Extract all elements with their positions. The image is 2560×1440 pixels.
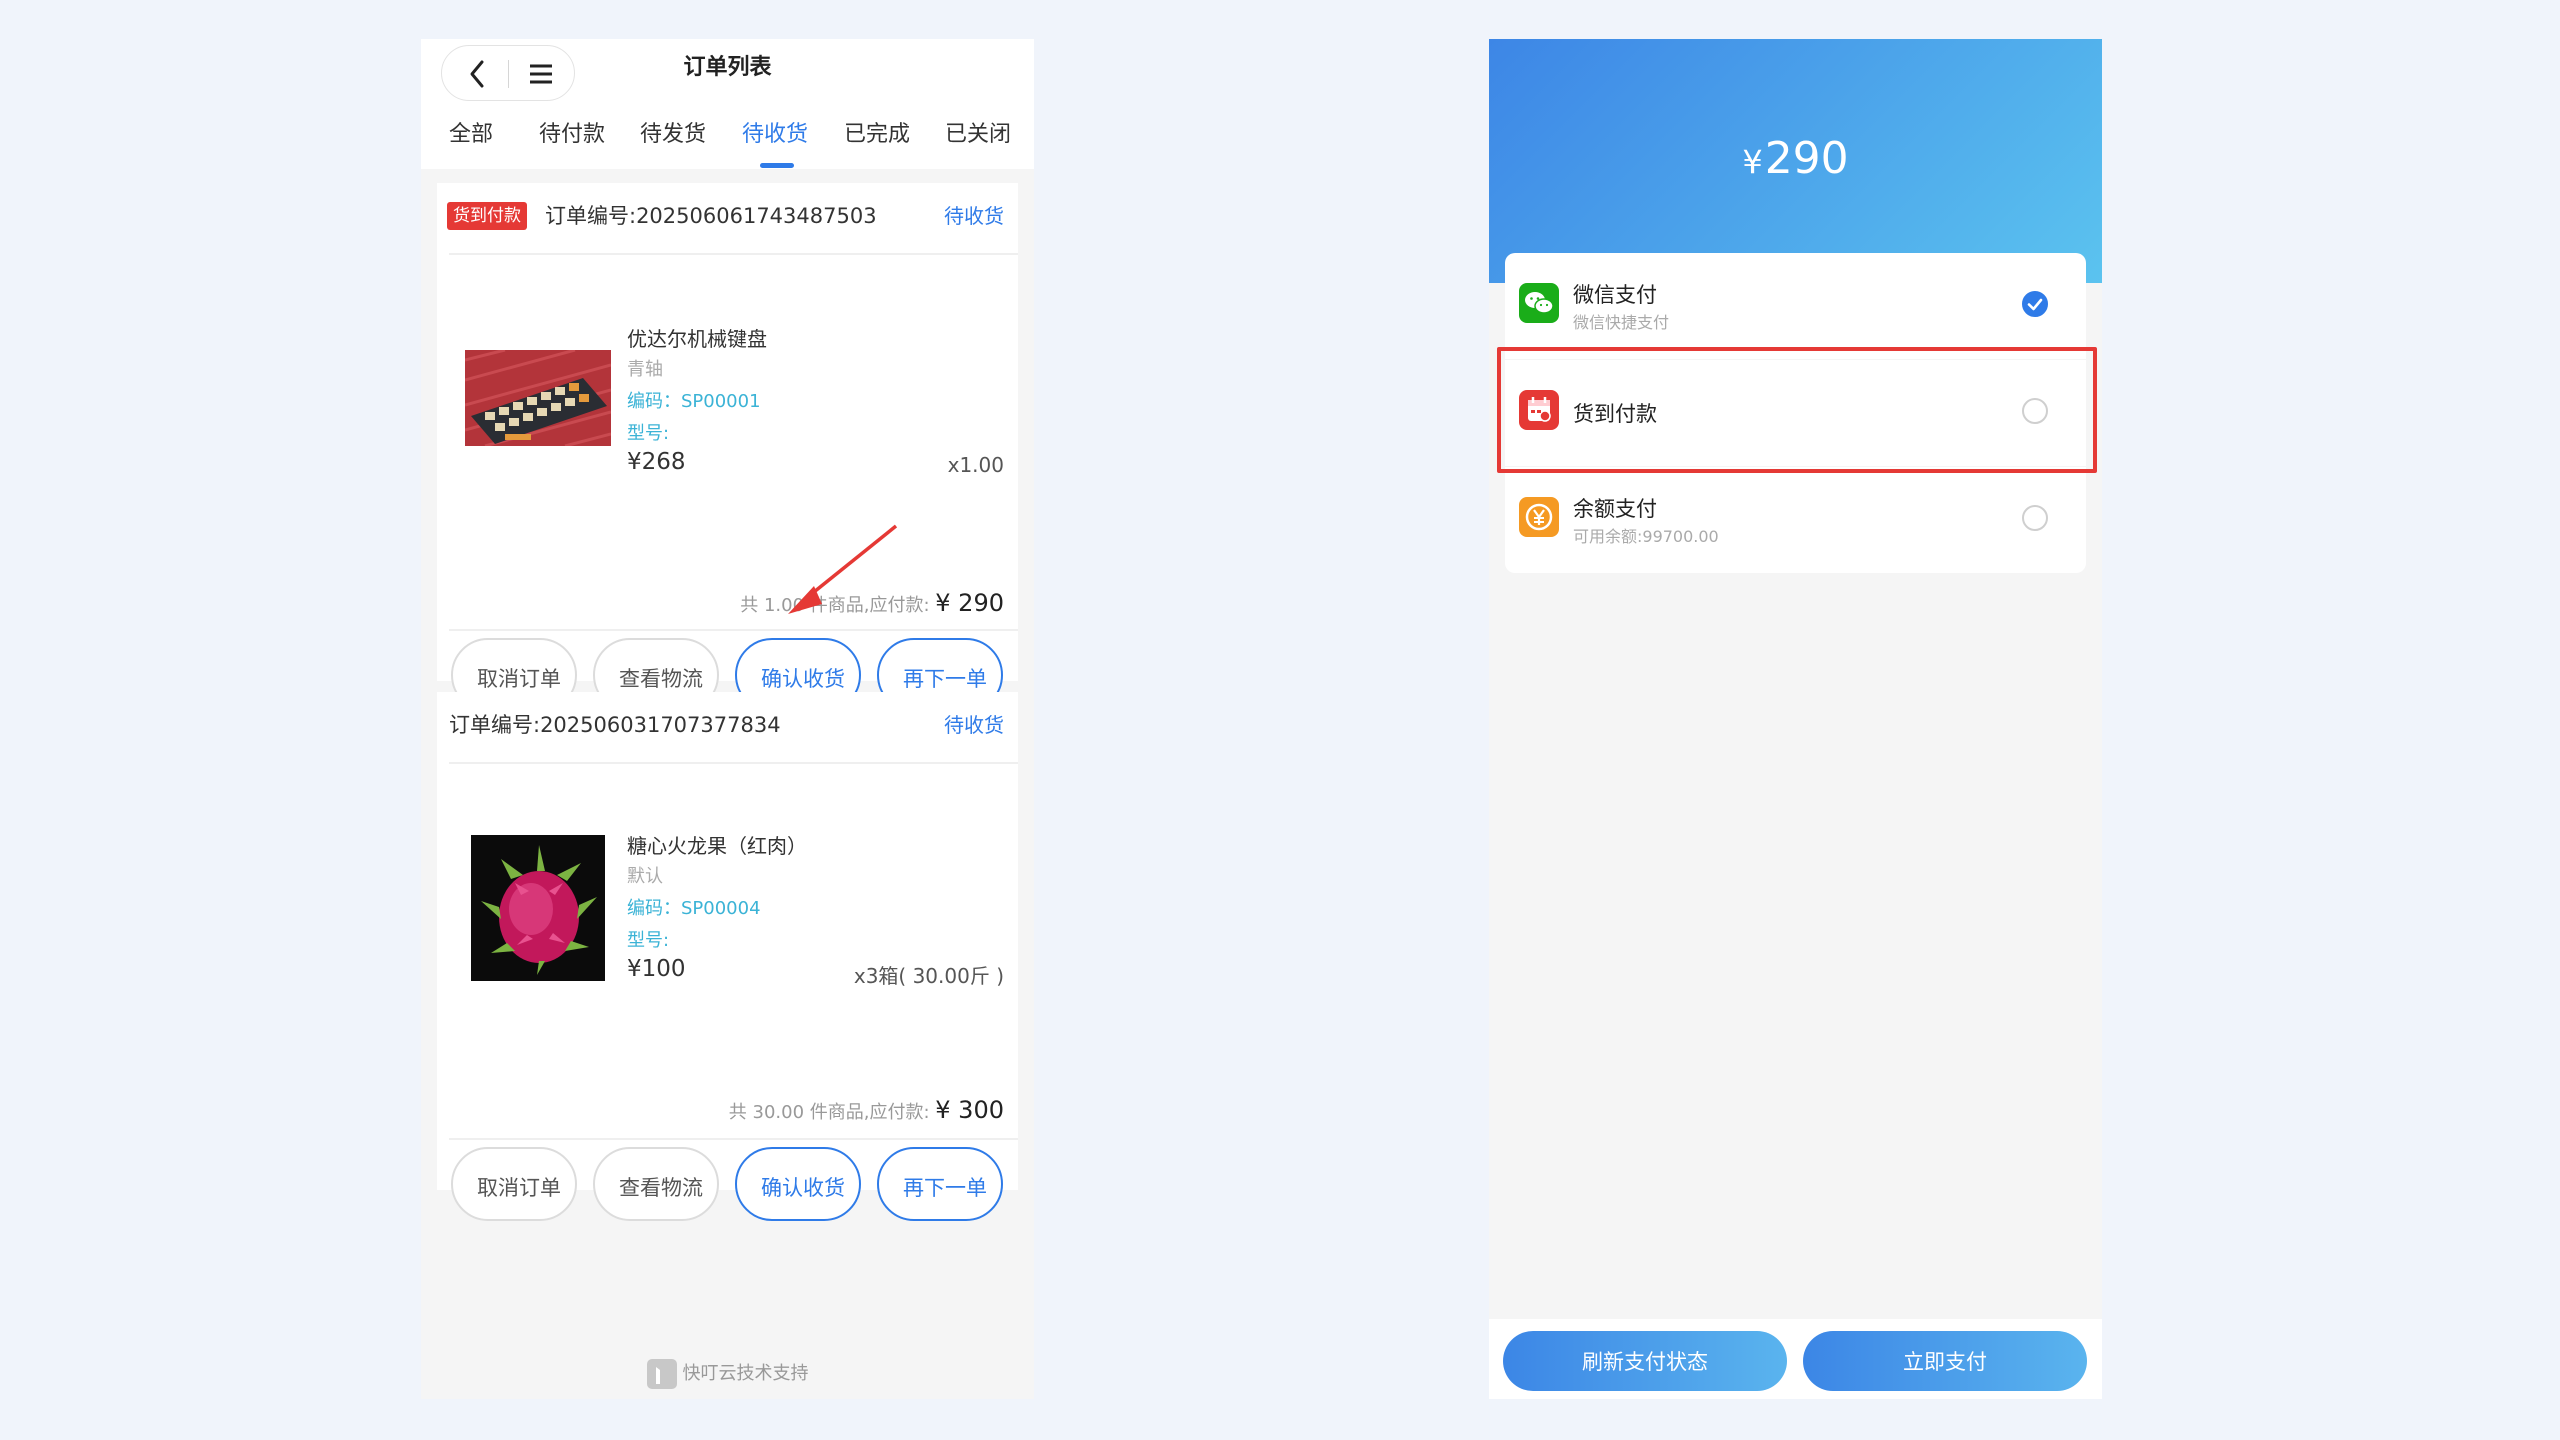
divider: [449, 762, 1018, 764]
order-card: 货到付款 订单编号:2025060617434875­03 待收货 优达尔机械键…: [437, 183, 1018, 712]
product-code: 编码：SP00004: [627, 898, 761, 919]
cod-calendar-icon: [1519, 390, 1559, 430]
summary-amount: ¥ 290: [935, 589, 1004, 617]
summary-text: 共 30.00 件商品,应付款:: [728, 1102, 936, 1123]
payment-option-subtitle: 微信快捷支付: [1573, 313, 1670, 332]
payment-screen: ¥290 微信支付 微信快捷支付 货到付款 余额支付 可用余额:99700.00…: [1489, 39, 2102, 1399]
divider: [449, 629, 1018, 631]
product-model: 型号:: [627, 930, 670, 951]
payment-option-title: 微信支付: [1573, 283, 1657, 307]
nav-header: 订单列表 全部 待付款 待发货 待收货 已完成 已关闭: [421, 39, 1034, 169]
tab-closed[interactable]: 已关闭: [945, 119, 1011, 151]
order-status: 待收货: [944, 204, 1004, 228]
order-number: 订单编号:202506031707377834: [449, 713, 781, 737]
payment-option-subtitle: 可用余额:99700.00: [1573, 527, 1719, 546]
reorder-button[interactable]: 再下一单: [877, 1147, 1003, 1221]
divider: [449, 1138, 1018, 1140]
product-quantity: x3箱( 30.00斤 ): [853, 964, 1004, 988]
active-tab-indicator: [760, 163, 794, 168]
product-quantity: x1.00: [947, 453, 1004, 477]
powered-by-text: 快叮云技术支持: [682, 1363, 809, 1384]
order-list-screen: 订单列表 全部 待付款 待发货 待收货 已完成 已关闭 货到付款 订单编号:20…: [421, 39, 1034, 1399]
tab-completed[interactable]: 已完成: [844, 119, 910, 151]
page-title: 订单列表: [683, 55, 772, 80]
payment-option-cod[interactable]: 货到付款: [1505, 360, 2086, 466]
radio-unchecked-icon[interactable]: [2022, 505, 2048, 531]
payment-option-wechat[interactable]: 微信支付 微信快捷支付: [1505, 253, 2086, 359]
payment-option-title: 货到付款: [1573, 402, 1657, 426]
summary-amount: ¥ 300: [935, 1096, 1004, 1124]
status-tabs: 全部 待付款 待发货 待收货 已完成 已关闭: [421, 119, 1034, 169]
wechat-icon: [1519, 283, 1559, 323]
radio-unchecked-icon[interactable]: [2022, 398, 2048, 424]
product-spec: 默认: [627, 866, 663, 887]
tab-pending-receipt[interactable]: 待收货: [742, 119, 808, 151]
divider: [449, 253, 1018, 255]
product-code: 编码：SP00001: [627, 391, 761, 412]
tab-pending-payment[interactable]: 待付款: [539, 119, 605, 151]
payment-header: ¥290: [1489, 39, 2102, 283]
order-number: 订单编号:2025060617434875­03: [545, 204, 877, 228]
order-card: 订单编号:202506031707377834 待收货 糖心火龙果（红肉） 默认: [437, 692, 1018, 1221]
brand-logo-icon: [646, 1359, 677, 1389]
radio-checked-icon[interactable]: [2022, 291, 2048, 317]
product-name[interactable]: 优达尔机械键盘: [627, 323, 767, 352]
pay-now-button[interactable]: 立即支付: [1803, 1331, 2087, 1391]
currency-symbol: ¥: [1742, 143, 1763, 181]
product-price: ¥268: [627, 449, 686, 475]
tab-pending-shipment[interactable]: 待发货: [640, 119, 706, 151]
order-status: 待收货: [944, 713, 1004, 737]
product-image-keyboard[interactable]: [464, 348, 612, 448]
product-model: 型号:: [627, 423, 670, 444]
refresh-payment-status-button[interactable]: 刷新支付状态: [1503, 1331, 1787, 1391]
cancel-order-button[interactable]: 取消订单: [451, 1147, 577, 1221]
payment-option-title: 余额支付: [1573, 497, 1657, 521]
yuan-coin-icon: [1519, 497, 1559, 537]
summary-text: 共 1.00 件商品,应付款:: [740, 595, 936, 616]
order-summary: 共 1.00 件商品,应付款: ¥ 290: [740, 589, 1004, 617]
amount-value: 290: [1764, 133, 1849, 184]
product-spec: 青轴: [627, 359, 663, 380]
confirm-receipt-button[interactable]: 确认收货: [735, 1147, 861, 1221]
product-image-dragonfruit[interactable]: [471, 835, 605, 981]
payment-option-balance[interactable]: 余额支付 可用余额:99700.00: [1505, 467, 2086, 573]
order-summary: 共 30.00 件商品,应付款: ¥ 300: [729, 1096, 1004, 1124]
payment-amount: ¥290: [1489, 129, 2102, 192]
payment-bottom-bar: 刷新支付状态 立即支付: [1489, 1319, 2102, 1399]
view-logistics-button[interactable]: 查看物流: [593, 1147, 719, 1221]
cod-tag: 货到付款: [447, 202, 527, 230]
product-name[interactable]: 糖心火龙果（红肉）: [627, 830, 807, 859]
powered-by-footer: 快叮云技术支持: [421, 1359, 1034, 1389]
product-price: ¥100: [627, 956, 686, 982]
tab-all[interactable]: 全部: [449, 119, 493, 151]
